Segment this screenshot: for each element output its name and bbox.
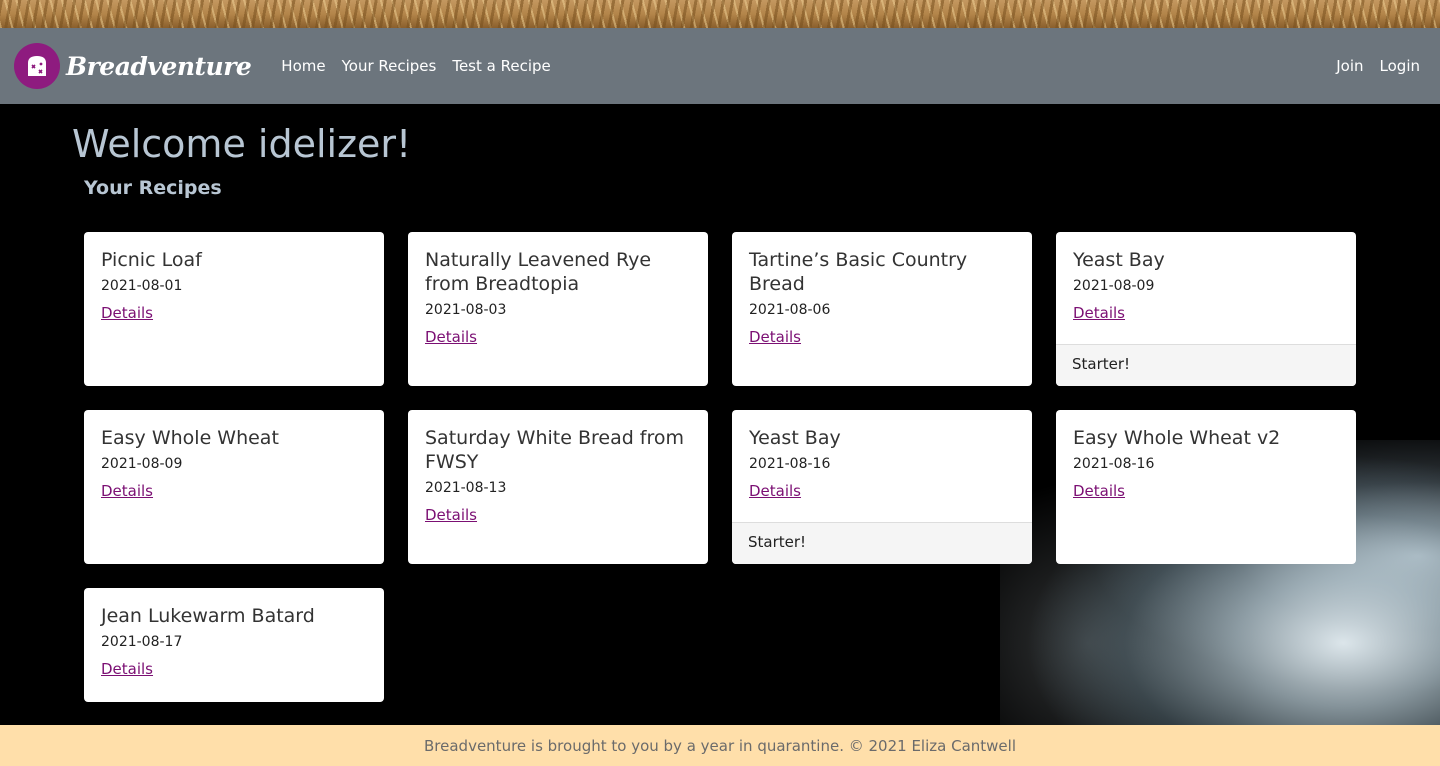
details-link[interactable]: Details	[749, 482, 801, 500]
recipe-card: Easy Whole Wheat v2 2021-08-16 Details	[1056, 410, 1356, 564]
recipe-title: Easy Whole Wheat	[101, 427, 279, 449]
recipe-title: Picnic Loaf	[101, 249, 202, 271]
details-link[interactable]: Details	[425, 328, 477, 346]
recipe-date: 2021-08-17	[101, 634, 183, 650]
section-title: Your Recipes	[84, 177, 222, 199]
recipe-grid: Picnic Loaf 2021-08-01 Details Naturally…	[84, 232, 1356, 702]
recipe-date: 2021-08-03	[425, 302, 507, 318]
recipe-card: Yeast Bay 2021-08-09 Details Starter!	[1056, 232, 1356, 386]
nav-join[interactable]: Join	[1336, 57, 1363, 75]
recipe-card: Easy Whole Wheat 2021-08-09 Details	[84, 410, 384, 564]
recipe-date: 2021-08-09	[101, 456, 183, 472]
recipe-date: 2021-08-13	[425, 480, 507, 496]
details-link[interactable]: Details	[101, 482, 153, 500]
recipe-date: 2021-08-16	[749, 456, 831, 472]
recipe-card: Tartine’s Basic Country Bread 2021-08-06…	[732, 232, 1032, 386]
details-link[interactable]: Details	[1073, 482, 1125, 500]
nav-links: Home Your Recipes Test a Recipe	[273, 57, 558, 75]
recipe-title: Tartine’s Basic Country Bread	[749, 249, 968, 295]
recipe-card: Jean Lukewarm Batard 2021-08-17 Details	[84, 588, 384, 702]
nav-test-recipe[interactable]: Test a Recipe	[452, 57, 550, 75]
starter-badge: Starter!	[1056, 344, 1356, 386]
navbar: Breadventure Home Your Recipes Test a Re…	[0, 28, 1440, 104]
footer-text: Breadventure is brought to you by a year…	[424, 736, 1016, 755]
brand-logo[interactable]: Breadventure	[14, 43, 252, 89]
nav-home[interactable]: Home	[281, 57, 325, 75]
recipe-card: Picnic Loaf 2021-08-01 Details	[84, 232, 384, 386]
recipe-date: 2021-08-06	[749, 302, 831, 318]
recipe-card: Yeast Bay 2021-08-16 Details Starter!	[732, 410, 1032, 564]
main-content: Welcome idelizer! Your Recipes Picnic Lo…	[72, 104, 1372, 702]
recipe-title: Naturally Leavened Rye from Breadtopia	[425, 249, 652, 295]
nav-your-recipes[interactable]: Your Recipes	[342, 57, 437, 75]
recipe-date: 2021-08-01	[101, 278, 183, 294]
bread-logo-icon	[14, 43, 60, 89]
details-link[interactable]: Details	[425, 506, 477, 524]
starter-badge: Starter!	[732, 522, 1032, 564]
brand-name[interactable]: Breadventure	[66, 52, 252, 81]
recipe-title: Saturday White Bread from FWSY	[425, 427, 685, 473]
nav-login[interactable]: Login	[1380, 57, 1420, 75]
nav-auth-links: Join Login	[1328, 57, 1428, 75]
recipe-card: Saturday White Bread from FWSY 2021-08-1…	[408, 410, 708, 564]
page-footer: Breadventure is brought to you by a year…	[0, 725, 1440, 766]
recipe-title: Easy Whole Wheat v2	[1073, 427, 1281, 449]
page-title: Welcome idelizer!	[72, 122, 412, 166]
recipe-title: Jean Lukewarm Batard	[101, 605, 315, 627]
details-link[interactable]: Details	[749, 328, 801, 346]
details-link[interactable]: Details	[101, 660, 153, 678]
wheat-banner	[0, 0, 1440, 28]
recipe-card: Naturally Leavened Rye from Breadtopia 2…	[408, 232, 708, 386]
recipe-title: Yeast Bay	[749, 427, 841, 449]
details-link[interactable]: Details	[101, 304, 153, 322]
recipe-date: 2021-08-16	[1073, 456, 1155, 472]
recipe-title: Yeast Bay	[1073, 249, 1165, 271]
details-link[interactable]: Details	[1073, 304, 1125, 322]
recipe-date: 2021-08-09	[1073, 278, 1155, 294]
